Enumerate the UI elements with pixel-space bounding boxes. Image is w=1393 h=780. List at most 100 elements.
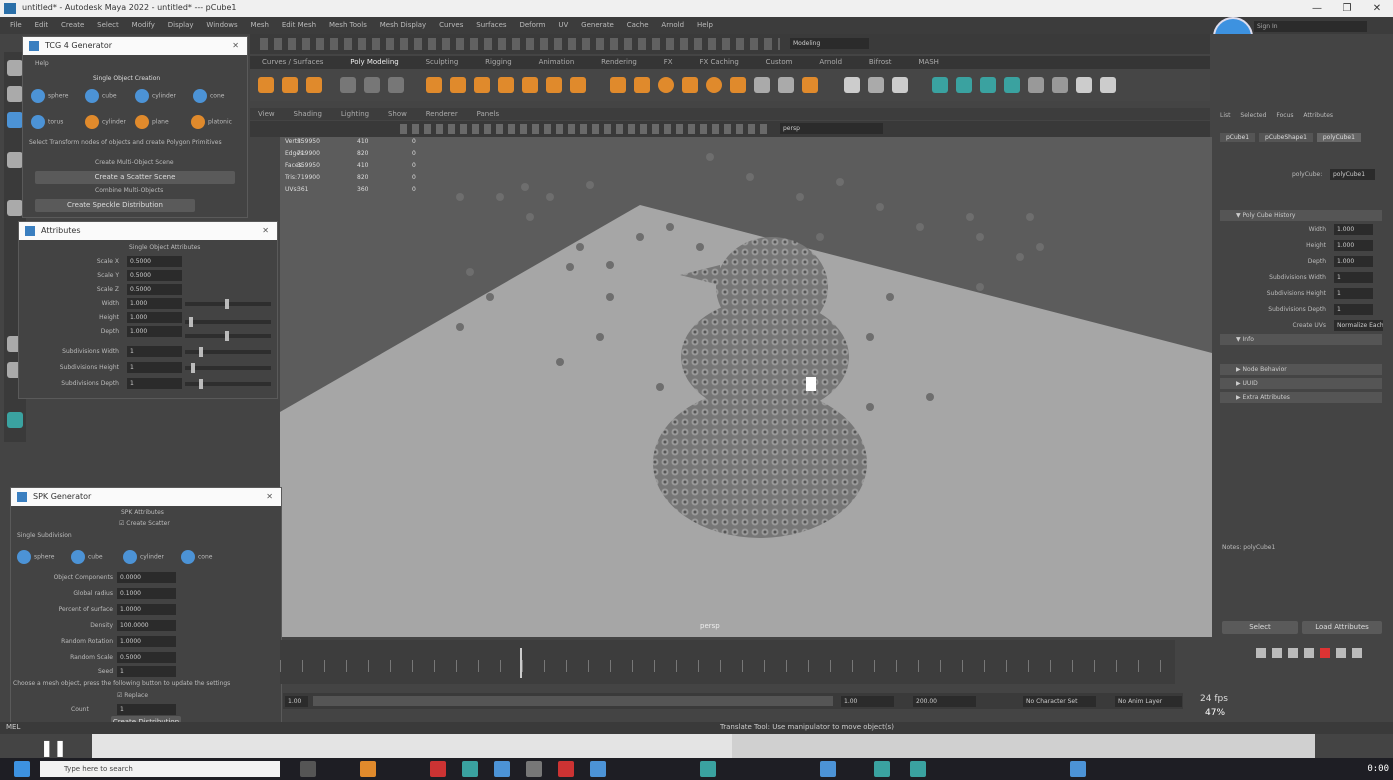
combine-icon[interactable] <box>426 77 442 93</box>
pencil-icon[interactable] <box>844 77 860 93</box>
maximize-button[interactable]: ❐ <box>1335 1 1359 16</box>
field-subdiv-depth[interactable]: 1 <box>127 378 182 389</box>
svg-icon[interactable] <box>306 77 322 93</box>
spk-prim-cone[interactable]: cone <box>181 550 212 564</box>
ae-menu-focus[interactable]: Focus <box>1276 112 1293 119</box>
signin-field[interactable]: Sign In <box>1254 21 1367 32</box>
object-components-field[interactable]: 0.0000 <box>117 572 176 583</box>
file-explorer-icon[interactable] <box>360 761 376 777</box>
create-uvs-select[interactable]: Normalize Each Face Separately <box>1334 320 1383 331</box>
separate-icon[interactable] <box>450 77 466 93</box>
menu-arnold[interactable]: Arnold <box>661 17 684 34</box>
sparkle-icon[interactable] <box>388 77 404 93</box>
app-icon[interactable] <box>558 761 574 777</box>
menu-generate[interactable]: Generate <box>581 17 614 34</box>
menu-mesh[interactable]: Mesh <box>251 17 269 34</box>
shelf-tab[interactable]: FX <box>664 56 673 69</box>
attr-height[interactable]: 1.000 <box>1334 240 1373 251</box>
prim-cylinder2-button[interactable]: cylinder <box>85 115 126 129</box>
shelf-tab[interactable]: Arnold <box>819 56 842 69</box>
shelf-tab[interactable]: Animation <box>539 56 575 69</box>
maya-taskbar-icon[interactable] <box>700 761 716 777</box>
menu-surfaces[interactable]: Surfaces <box>476 17 506 34</box>
uv-editor-icon[interactable] <box>932 77 948 93</box>
prim-cone-button[interactable]: cone <box>193 89 224 103</box>
viewport-menu-shading[interactable]: Shading <box>294 108 322 120</box>
spk-prim-cylinder[interactable]: cylinder <box>123 550 164 564</box>
range-end-field[interactable]: 1.00 <box>841 696 894 707</box>
uv-layout-icon[interactable] <box>1028 77 1044 93</box>
create-scatter-button[interactable]: Create a Scatter Scene <box>35 171 235 184</box>
generator-dialog-close[interactable]: ✕ <box>232 37 239 55</box>
current-time-marker[interactable] <box>520 648 522 678</box>
shelf-tab[interactable]: Rendering <box>601 56 637 69</box>
viewport-menu-lighting[interactable]: Lighting <box>341 108 369 120</box>
app-icon[interactable] <box>462 761 478 777</box>
attr-width[interactable]: 1.000 <box>1334 224 1373 235</box>
viewport-menu-renderer[interactable]: Renderer <box>426 108 458 120</box>
shelf-tab[interactable]: Bifrost <box>869 56 892 69</box>
height-slider[interactable] <box>185 317 271 327</box>
task-view-icon[interactable] <box>300 761 316 777</box>
cone-icon[interactable] <box>340 77 356 93</box>
menu-file[interactable]: File <box>10 17 22 34</box>
app-icon[interactable] <box>820 761 836 777</box>
text-icon[interactable] <box>282 77 298 93</box>
prim-torus-button[interactable]: torus <box>31 115 63 129</box>
menu-cache[interactable]: Cache <box>627 17 649 34</box>
outliner-icon[interactable] <box>7 412 23 428</box>
character-set-select[interactable]: No Character Set <box>1023 696 1096 707</box>
shelf-tab[interactable]: Curves / Surfaces <box>262 56 323 69</box>
slider-knob[interactable] <box>225 299 229 309</box>
ae-menu-attributes[interactable]: Attributes <box>1303 112 1333 119</box>
uv-unfold-icon[interactable] <box>1004 77 1020 93</box>
menu-edit[interactable]: Edit <box>35 17 49 34</box>
field-height[interactable]: 1.000 <box>127 312 182 323</box>
pyramid-icon[interactable] <box>364 77 380 93</box>
extract-icon[interactable] <box>474 77 490 93</box>
viewport-menu-show[interactable]: Show <box>388 108 407 120</box>
random-scale-field[interactable]: 0.5000 <box>117 652 176 663</box>
box-icon[interactable] <box>868 77 884 93</box>
spk-prim-cube[interactable]: cube <box>71 550 103 564</box>
app-icon[interactable] <box>494 761 510 777</box>
status-line-icons[interactable] <box>260 38 780 50</box>
dialog-menu-help[interactable]: Help <box>35 60 49 67</box>
select-tool-icon[interactable] <box>7 60 23 76</box>
append-icon[interactable] <box>730 77 746 93</box>
prim-cylinder-button[interactable]: cylinder <box>135 89 176 103</box>
uv-sew-icon[interactable] <box>980 77 996 93</box>
field-width[interactable]: 1.000 <box>127 298 182 309</box>
app-icon[interactable] <box>910 761 926 777</box>
reduce-icon[interactable] <box>546 77 562 93</box>
scale-tool-icon[interactable] <box>7 200 23 216</box>
seed-field[interactable]: 1 <box>117 666 176 677</box>
move-tool-icon[interactable] <box>7 112 23 128</box>
step-back-icon[interactable] <box>1288 648 1298 658</box>
global-radius-field[interactable]: 0.1000 <box>117 588 176 599</box>
spk-prim-sphere[interactable]: sphere <box>17 550 54 564</box>
smooth-icon[interactable] <box>522 77 538 93</box>
slider-knob[interactable] <box>189 317 193 327</box>
section-poly-cube-history[interactable]: ▼ Poly Cube History <box>1220 210 1382 221</box>
anim-end-field[interactable]: 200.00 <box>913 696 976 707</box>
shelf-tab-poly-modeling[interactable]: Poly Modeling <box>350 56 398 69</box>
create-speckle-button[interactable]: Create Speckle Distribution <box>35 199 195 212</box>
viewport-toolbar-icons[interactable] <box>400 124 770 134</box>
section-extra-attributes[interactable]: ▶ Extra Attributes <box>1220 392 1382 403</box>
go-end-icon[interactable] <box>1352 648 1362 658</box>
time-slider[interactable] <box>280 640 1175 684</box>
mel-label[interactable]: MEL <box>6 723 20 731</box>
replace-checkbox[interactable]: ☑ Replace <box>117 692 148 699</box>
spk-dialog-close[interactable]: ✕ <box>266 488 273 506</box>
density-field[interactable]: 100.0000 <box>117 620 176 631</box>
prim-platonic-button[interactable]: platonic <box>191 115 232 129</box>
ae-menu-selected[interactable]: Selected <box>1240 112 1266 119</box>
menu-curves[interactable]: Curves <box>439 17 463 34</box>
app-icon[interactable] <box>1070 761 1086 777</box>
shelf-tab[interactable]: FX Caching <box>699 56 738 69</box>
minimize-button[interactable]: — <box>1305 1 1329 16</box>
insert-loop-icon[interactable] <box>754 77 770 93</box>
field-depth[interactable]: 1.000 <box>127 326 182 337</box>
slash-icon[interactable] <box>892 77 908 93</box>
